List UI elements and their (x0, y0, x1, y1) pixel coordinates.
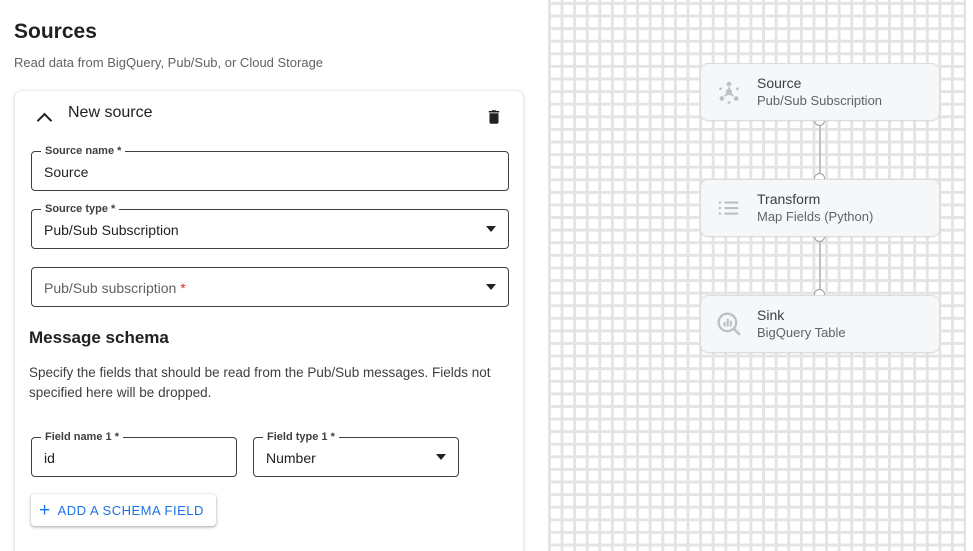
add-schema-field-label: ADD A SCHEMA FIELD (58, 503, 204, 518)
add-schema-field-button[interactable]: + ADD A SCHEMA FIELD (31, 494, 216, 526)
pipeline-canvas[interactable]: Source Pub/Sub Subscription Transform Ma (548, 0, 966, 551)
source-type-label: Source type * (41, 202, 119, 216)
source-type-select[interactable]: Source type * Pub/Sub Subscription (31, 209, 509, 249)
field-name-1-input[interactable]: Field name 1 * id (31, 437, 237, 477)
node-transform-text: Transform Map Fields (Python) (757, 190, 873, 226)
page-title: Sources (14, 20, 97, 44)
pubsub-subscription-select[interactable]: Pub/Sub subscription * (31, 267, 509, 307)
node-transform-subtitle: Map Fields (Python) (757, 208, 873, 226)
field-type-1-value: Number (266, 448, 316, 468)
node-sink-title: Sink (757, 306, 846, 324)
chevron-down-icon (436, 454, 446, 460)
collapse-toggle-button[interactable] (31, 105, 57, 131)
node-sink-text: Sink BigQuery Table (757, 306, 846, 342)
delete-icon (485, 108, 503, 126)
field-name-1-value: id (44, 448, 55, 468)
new-source-card: New source Source name * Source Source t… (14, 90, 524, 551)
bigquery-icon (701, 296, 757, 352)
field-type-1-label: Field type 1 * (263, 430, 339, 444)
pubsub-icon (701, 64, 757, 120)
source-name-value: Source (44, 162, 88, 182)
node-source-subtitle: Pub/Sub Subscription (757, 92, 882, 110)
field-type-1-select[interactable]: Field type 1 * Number (253, 437, 459, 477)
pubsub-subscription-placeholder: Pub/Sub subscription * (44, 278, 186, 298)
pipeline-editor-screen: Sources Read data from BigQuery, Pub/Sub… (0, 0, 973, 551)
graph-node-sink[interactable]: Sink BigQuery Table (700, 295, 940, 353)
port-transform-input[interactable] (814, 173, 825, 184)
graph-node-transform[interactable]: Transform Map Fields (Python) (700, 179, 940, 237)
card-title: New source (68, 104, 152, 122)
delete-source-button[interactable] (483, 106, 505, 128)
message-schema-description: Specify the fields that should be read f… (29, 363, 499, 403)
sources-panel: Sources Read data from BigQuery, Pub/Sub… (0, 0, 540, 551)
page-subtitle: Read data from BigQuery, Pub/Sub, or Clo… (14, 55, 323, 70)
node-sink-subtitle: BigQuery Table (757, 324, 846, 342)
node-source-title: Source (757, 74, 882, 92)
field-name-1-label: Field name 1 * (41, 430, 123, 444)
required-asterisk: * (180, 280, 185, 296)
source-name-label: Source name * (41, 144, 125, 158)
graph-node-source[interactable]: Source Pub/Sub Subscription (700, 63, 940, 121)
edge-transform-to-sink (819, 237, 821, 295)
port-transform-output[interactable] (814, 231, 825, 242)
plus-icon: + (39, 501, 51, 520)
card-header: New source (15, 91, 523, 143)
chevron-down-icon (486, 284, 496, 290)
chevron-up-icon (36, 112, 52, 128)
source-type-value: Pub/Sub Subscription (44, 220, 179, 240)
message-schema-heading: Message schema (29, 328, 169, 348)
port-source-output[interactable] (814, 115, 825, 126)
list-icon (701, 180, 757, 236)
source-name-field[interactable]: Source name * Source (31, 151, 509, 191)
edge-source-to-transform (819, 121, 821, 179)
node-source-text: Source Pub/Sub Subscription (757, 74, 882, 110)
chevron-down-icon (486, 226, 496, 232)
port-sink-input[interactable] (814, 289, 825, 300)
node-transform-title: Transform (757, 190, 873, 208)
